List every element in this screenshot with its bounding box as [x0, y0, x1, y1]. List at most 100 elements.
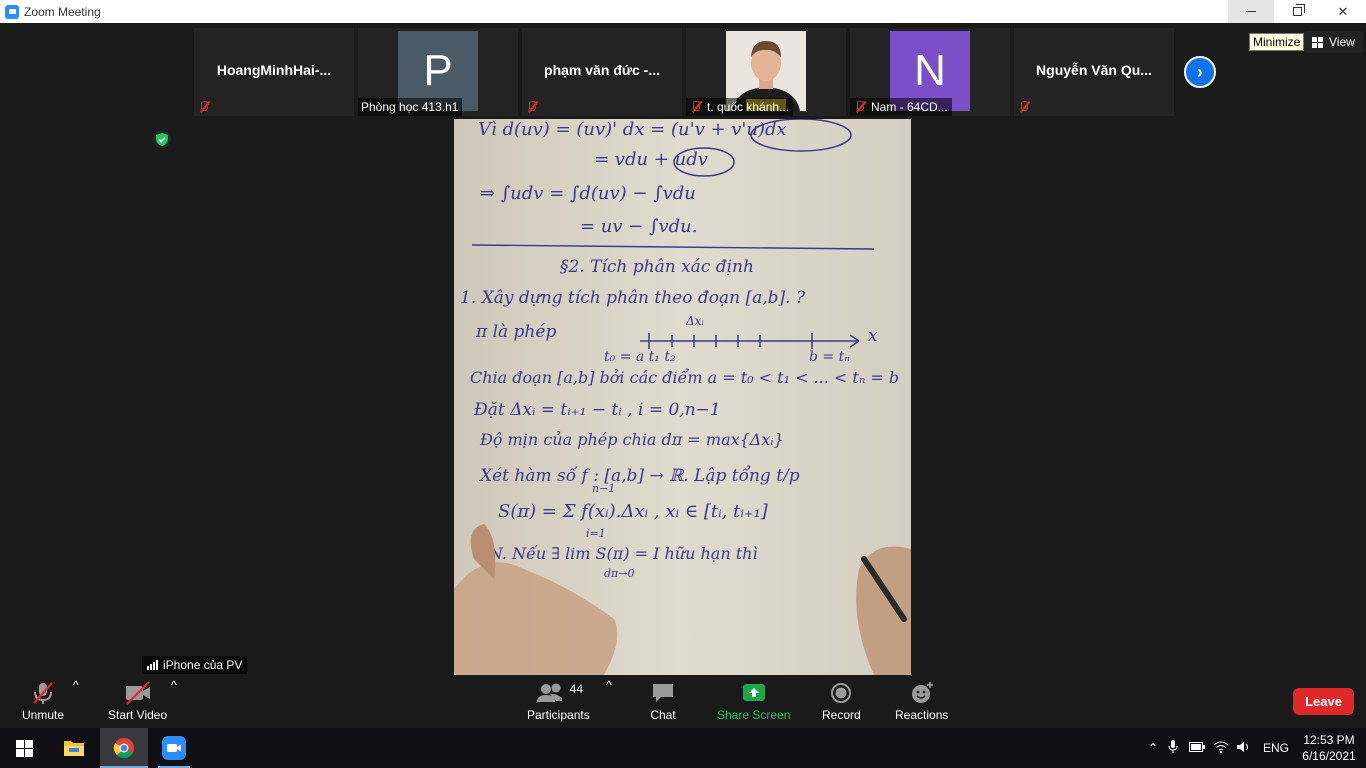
chrome-icon	[113, 738, 134, 759]
participants-options-caret[interactable]: ^	[606, 678, 612, 692]
participants-label: Participants	[527, 708, 590, 722]
participant-label-bar: t. quốc khánh...	[686, 98, 794, 116]
file-explorer-button[interactable]	[50, 728, 98, 768]
volume-icon[interactable]	[1233, 741, 1255, 756]
zoom-icon	[162, 736, 186, 760]
view-button[interactable]: View	[1304, 31, 1363, 53]
chat-icon	[650, 678, 676, 708]
sharer-label: iPhone của PV	[142, 656, 248, 674]
share-screen-icon	[741, 678, 767, 708]
participant-name: Nam - 64CD...	[871, 100, 948, 114]
meeting-toolbar: Unmute ^ Start Video ^ 44 Participants ^…	[0, 675, 1366, 728]
windows-logo-icon	[15, 739, 33, 757]
record-button[interactable]: Record	[822, 678, 861, 722]
smiley-add-icon	[909, 678, 935, 708]
battery-icon[interactable]	[1185, 741, 1209, 755]
share-screen-label: Share Screen	[717, 708, 791, 722]
handwritten-notes: Vì d(uv) = (uv)' dx = (u'v + v'u)dx = vd…	[454, 119, 911, 675]
grid-icon	[1312, 36, 1323, 48]
sharer-name: iPhone của PV	[163, 658, 243, 672]
note-line: Δxᵢ	[685, 314, 704, 328]
restore-button[interactable]	[1274, 0, 1320, 23]
note-heading: §2. Tích phân xác định	[560, 257, 754, 277]
participants-icon: 44	[534, 678, 583, 708]
participant-tile[interactable]: phạm văn đức -...	[522, 28, 682, 116]
participant-tile[interactable]: Nguyễn Văn Qu...	[1014, 28, 1174, 116]
system-tray: ⌃ ENG	[1145, 728, 1297, 768]
note-line: n−1	[592, 482, 615, 495]
participants-button[interactable]: 44 Participants	[527, 678, 590, 722]
participant-label-bar	[194, 98, 219, 116]
next-page-button[interactable]: ›	[1184, 56, 1216, 88]
video-off-icon	[123, 678, 153, 708]
avatar-initial: N	[914, 46, 946, 95]
note-line: Độ mịn của phép chia dπ = max{Δxᵢ}	[479, 430, 784, 449]
video-options-caret[interactable]: ^	[171, 678, 177, 692]
mic-muted-icon	[853, 100, 867, 114]
unmute-button[interactable]: Unmute	[22, 678, 64, 722]
note-line: π là phép	[475, 322, 556, 342]
record-icon	[828, 678, 854, 708]
minimize-button[interactable]	[1228, 0, 1274, 23]
participant-tile[interactable]: t. quốc khánh...	[686, 28, 846, 116]
chrome-taskbar-button[interactable]	[100, 728, 148, 768]
audio-options-caret[interactable]: ^	[73, 678, 79, 692]
mic-muted-icon	[30, 678, 56, 708]
note-line: ĐN. Nếu ∃ lim S(π) = I hữu hạn thì	[475, 544, 758, 563]
start-button[interactable]	[0, 728, 48, 768]
close-button[interactable]: ✕	[1320, 0, 1366, 23]
signal-strength-icon	[147, 660, 159, 670]
mic-muted-icon	[689, 100, 703, 114]
clock-time: 12:53 PM	[1303, 733, 1355, 747]
zoom-app: Zoom Meeting ✕ HoangMinhHai-... P Phòng …	[0, 0, 1366, 768]
note-line: Xét hàm số f : [a,b] → ℝ. Lập tổng t/p	[478, 466, 800, 486]
note-line: i=1	[586, 527, 606, 540]
participant-label-bar	[522, 98, 547, 116]
view-label: View	[1329, 35, 1355, 49]
participant-label-bar: Nam - 64CD...	[850, 98, 952, 116]
chat-button[interactable]: Chat	[650, 678, 676, 722]
unmute-label: Unmute	[22, 708, 65, 722]
chevron-up-icon[interactable]: ⌃	[1145, 741, 1161, 755]
participant-tile[interactable]: HoangMinhHai-...	[194, 28, 354, 116]
zoom-logo-icon	[5, 4, 19, 19]
reactions-label: Reactions	[895, 708, 949, 722]
windows-taskbar: ⌃ ENG 12:53 PM 6/16/2021	[0, 728, 1366, 768]
participant-name: Phòng học 413.h1	[361, 100, 459, 114]
leave-button[interactable]: Leave	[1293, 688, 1354, 715]
note-line: Chia đoạn [a,b] bởi các điểm a = t₀ < t₁…	[470, 368, 899, 387]
meeting-area: HoangMinhHai-... P Phòng học 413.h1 phạm…	[0, 23, 1366, 675]
participant-strip: HoangMinhHai-... P Phòng học 413.h1 phạm…	[194, 28, 1178, 116]
start-video-button[interactable]: Start Video	[108, 678, 167, 722]
security-shield-icon[interactable]	[153, 130, 171, 148]
participant-tile[interactable]: P Phòng học 413.h1	[358, 28, 518, 116]
folder-icon	[64, 741, 84, 756]
shield-check-icon	[156, 132, 168, 146]
note-line: b = tₙ	[809, 349, 850, 365]
participant-label-bar	[1014, 98, 1039, 116]
tooltip: Minimize	[1249, 33, 1305, 51]
language-indicator[interactable]: ENG	[1255, 741, 1297, 755]
note-line: Đặt Δxᵢ = tᵢ₊₁ − tᵢ , i = 0,n−1	[473, 400, 721, 420]
share-screen-button[interactable]: Share Screen	[717, 678, 790, 722]
title-bar: Zoom Meeting ✕	[0, 0, 1366, 23]
close-icon: ✕	[1337, 3, 1349, 19]
clock[interactable]: 12:53 PM 6/16/2021	[1298, 732, 1360, 764]
microphone-icon[interactable]	[1161, 739, 1185, 757]
reactions-button[interactable]: Reactions	[895, 678, 948, 722]
clock-date: 6/16/2021	[1302, 749, 1356, 763]
mic-muted-icon	[525, 100, 539, 114]
note-line: Vì d(uv) = (uv)' dx = (u'v + v'u)dx	[478, 119, 787, 140]
chat-label: Chat	[650, 708, 676, 722]
note-line: = vdu + udv	[594, 149, 708, 170]
note-line: x	[868, 326, 878, 346]
start-video-label: Start Video	[108, 708, 168, 722]
wifi-icon[interactable]	[1209, 741, 1233, 756]
participant-name: t. quốc khánh...	[707, 100, 790, 114]
note-line: = uv − ∫vdu.	[580, 216, 697, 237]
participant-name: Nguyễn Văn Qu...	[1036, 62, 1152, 78]
zoom-taskbar-button[interactable]	[150, 728, 198, 768]
participant-tile[interactable]: N Nam - 64CD...	[850, 28, 1010, 116]
chevron-right-icon: ›	[1197, 61, 1203, 82]
mic-muted-icon	[197, 100, 211, 114]
